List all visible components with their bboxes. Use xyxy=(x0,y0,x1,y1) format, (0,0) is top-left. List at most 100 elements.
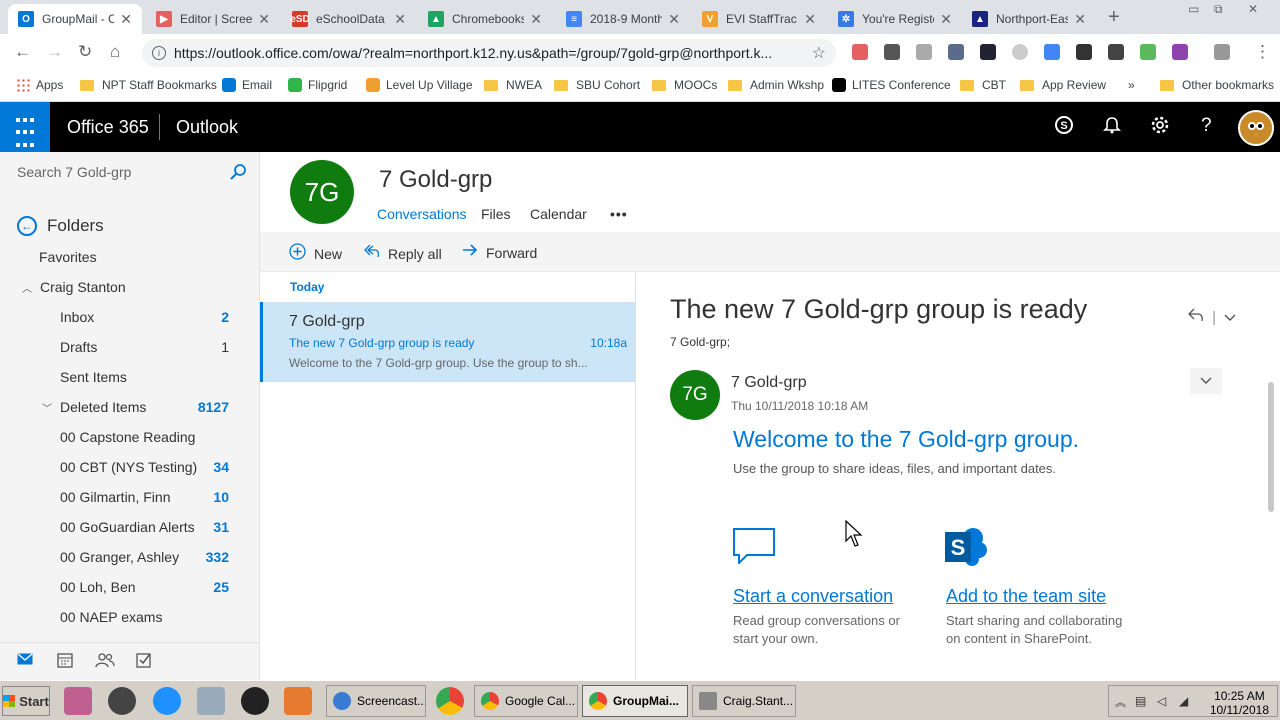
app-launcher-icon[interactable] xyxy=(0,102,50,152)
network-icon[interactable]: ▤ xyxy=(1135,694,1146,708)
sender-avatar[interactable]: 7G xyxy=(670,370,720,420)
chevron-down-icon[interactable]: ﹀ xyxy=(42,400,52,415)
browser-tab[interactable]: ✲ You're Registe ✕ xyxy=(828,4,962,34)
browser-tab[interactable]: ▶ Editor | Screen ✕ xyxy=(146,4,280,34)
folder-item[interactable]: 00 GoGuardian Alerts 31 xyxy=(0,512,259,542)
minimize-button[interactable]: ▭ xyxy=(1188,2,1199,16)
folder-item[interactable]: Sent Items xyxy=(0,362,259,392)
browser-tab[interactable]: ▲ Northport-East ✕ xyxy=(962,4,1096,34)
reading-pane-scrollbar[interactable] xyxy=(1266,362,1276,680)
folder-item[interactable]: 00 Gilmartin, Finn 10 xyxy=(0,482,259,512)
reply-icon[interactable] xyxy=(1188,308,1208,326)
read-write-extension-icon[interactable] xyxy=(1172,44,1188,60)
close-tab-icon[interactable]: ✕ xyxy=(804,11,816,28)
tab-conversations[interactable]: Conversations xyxy=(377,206,467,222)
close-tab-icon[interactable]: ✕ xyxy=(120,11,132,28)
help-icon[interactable]: ? xyxy=(1201,115,1212,137)
search-input[interactable]: Search 7 Gold-grp xyxy=(0,152,259,192)
reload-icon[interactable]: ↻ xyxy=(78,42,92,62)
new-tab-button[interactable]: + xyxy=(1108,6,1120,29)
new-button[interactable]: New xyxy=(289,243,342,265)
folder-item[interactable]: 00 Capstone Reading xyxy=(0,422,259,452)
forward-icon[interactable]: → xyxy=(46,42,63,62)
settings-gear-icon[interactable] xyxy=(1150,115,1170,141)
close-tab-icon[interactable]: ✕ xyxy=(258,11,270,28)
close-tab-icon[interactable]: ✕ xyxy=(940,11,952,28)
url-text[interactable]: https://outlook.office.com/owa/?realm=no… xyxy=(174,45,812,61)
qr-code-icon[interactable] xyxy=(1076,44,1092,60)
extension-c-grey-icon[interactable] xyxy=(916,44,932,60)
folder-item[interactable]: 00 Granger, Ashley 332 xyxy=(0,542,259,572)
taskbar-google-calendar-button[interactable]: Google Cal... xyxy=(474,685,578,717)
bookmark-item[interactable]: LITES Conference xyxy=(832,78,951,92)
info-icon[interactable]: i xyxy=(152,46,166,60)
close-tab-icon[interactable]: ✕ xyxy=(394,11,406,28)
taskbar-craig-stanton-button[interactable]: Craig.Stant... xyxy=(692,685,796,717)
people-icon[interactable] xyxy=(95,652,115,673)
folder-item[interactable]: Inbox 2 xyxy=(0,302,259,332)
favorites-node[interactable]: Favorites xyxy=(0,242,259,272)
reply-all-button[interactable]: Reply all xyxy=(364,243,442,264)
tab-calendar[interactable]: Calendar xyxy=(530,206,587,222)
back-icon[interactable]: ← xyxy=(14,42,31,62)
extension-c-icon[interactable] xyxy=(884,44,900,60)
browser-tab[interactable]: ≡ 2018-9 Monthl ✕ xyxy=(556,4,690,34)
extension-dark-icon[interactable] xyxy=(980,44,996,60)
mail-icon[interactable] xyxy=(17,652,33,671)
bookmark-star-icon[interactable]: ☆ xyxy=(812,43,826,63)
close-tab-icon[interactable]: ✕ xyxy=(530,11,542,28)
search-icon[interactable] xyxy=(229,163,247,186)
tasks-icon[interactable] xyxy=(136,652,152,673)
clock[interactable]: 10:25 AM 10/11/2018 xyxy=(1210,689,1269,717)
bookmark-item[interactable]: Level Up Village xyxy=(366,78,473,92)
folder-item[interactable]: 00 CBT (NYS Testing) 34 xyxy=(0,452,259,482)
bookmark-item[interactable]: NPT Staff Bookmarks xyxy=(80,78,217,92)
expand-message-button[interactable] xyxy=(1190,368,1222,394)
close-window-button[interactable]: ✕ xyxy=(1248,2,1258,16)
folder-item[interactable]: 00 NAEP exams xyxy=(0,602,259,632)
group-avatar[interactable]: 7G xyxy=(290,160,354,224)
restore-button[interactable]: ⧉ xyxy=(1214,2,1223,17)
tray-expand-icon[interactable]: ︽ xyxy=(1115,694,1126,710)
calculator-icon[interactable] xyxy=(197,687,225,715)
bookmark-item[interactable]: CBT xyxy=(960,78,1006,92)
start-button[interactable]: Start xyxy=(2,686,50,716)
bookmark-item[interactable]: SBU Cohort xyxy=(554,78,640,92)
folders-header[interactable]: ← Folders xyxy=(17,216,104,236)
bookmark-item[interactable]: » xyxy=(1128,78,1135,92)
browser-tab[interactable]: V EVI StaffTrac ✕ xyxy=(692,4,826,34)
google-translate-icon[interactable] xyxy=(1044,44,1060,60)
rocket-extension-icon[interactable] xyxy=(1108,44,1124,60)
close-tab-icon[interactable]: ✕ xyxy=(1074,11,1086,28)
volume-icon[interactable]: ◁ xyxy=(1157,694,1166,708)
snipping-tool-icon[interactable] xyxy=(64,687,92,715)
close-tab-icon[interactable]: ✕ xyxy=(668,11,680,28)
browser-menu-icon[interactable]: ⋮ xyxy=(1254,42,1271,62)
chrome-icon[interactable] xyxy=(436,687,464,715)
internet-explorer-icon[interactable] xyxy=(153,687,181,715)
back-arrow-icon[interactable]: ← xyxy=(17,216,37,236)
extension-circle-icon[interactable] xyxy=(1012,44,1028,60)
bookmark-item[interactable]: Other bookmarks xyxy=(1160,78,1274,92)
binary-extension-icon[interactable] xyxy=(1214,44,1230,60)
message-list-item[interactable]: 7 Gold-grp The new 7 Gold-grp group is r… xyxy=(260,302,635,382)
account-node[interactable]: ︿ Craig Stanton xyxy=(0,272,259,302)
tab-files[interactable]: Files xyxy=(481,206,511,222)
bookmark-item[interactable]: Flipgrid xyxy=(288,78,347,92)
extension-green-icon[interactable] xyxy=(1140,44,1156,60)
browser-tab[interactable]: eSD eSchoolData - ✕ xyxy=(282,4,416,34)
more-options-button[interactable]: ••• xyxy=(610,206,628,222)
sender-name[interactable]: 7 Gold-grp xyxy=(731,374,807,392)
bookmark-item[interactable]: MOOCs xyxy=(652,78,717,92)
office365-brand[interactable]: Office 365 xyxy=(67,117,149,138)
bookmark-item[interactable]: Admin Wkshp xyxy=(728,78,824,92)
screencastify-extension-icon[interactable] xyxy=(852,44,868,60)
audacity-icon[interactable] xyxy=(108,687,136,715)
notifications-bell-icon[interactable] xyxy=(1102,115,1122,141)
taskbar-screencast-button[interactable]: Screencast... xyxy=(326,685,426,717)
calendar-icon[interactable] xyxy=(57,652,73,673)
bookmark-item[interactable]: NWEA xyxy=(484,78,542,92)
pdf-extension-icon[interactable] xyxy=(948,44,964,60)
outlook-app-title[interactable]: Outlook xyxy=(176,117,238,138)
browser-tab[interactable]: ▲ Chromebooks ✕ xyxy=(418,4,552,34)
